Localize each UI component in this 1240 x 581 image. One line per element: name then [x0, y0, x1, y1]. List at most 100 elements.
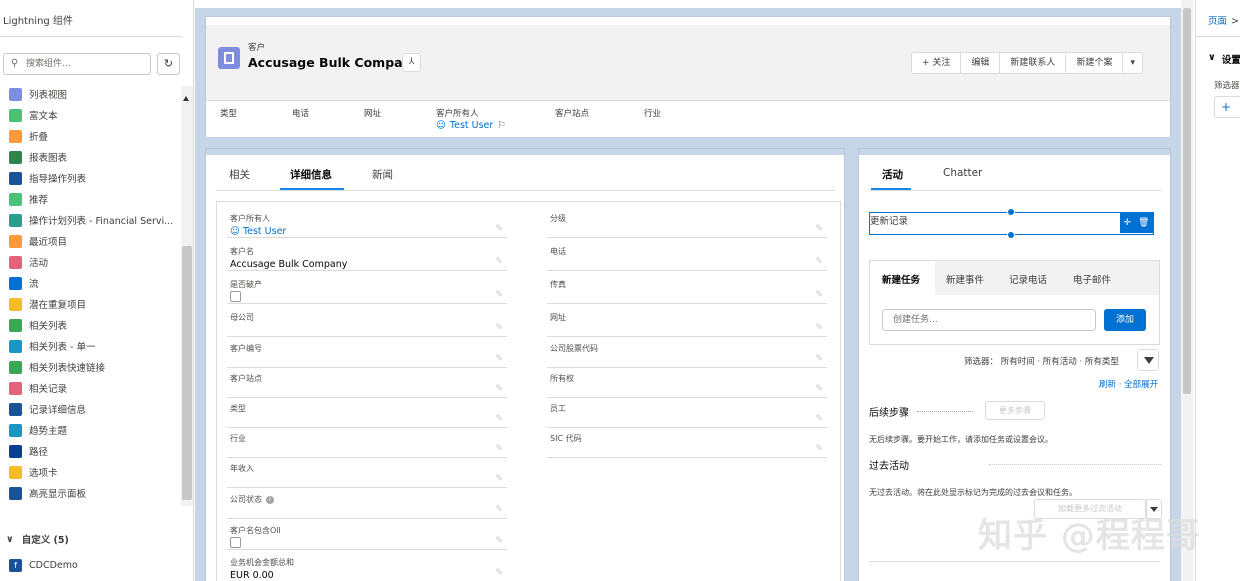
component-search[interactable]: ⚲	[3, 53, 151, 75]
composer-tab-log-call[interactable]: 记录电话	[1009, 272, 1047, 286]
edit-pencil-icon[interactable]: ✎	[815, 290, 823, 300]
edit-pencil-icon[interactable]: ✎	[815, 354, 823, 364]
edit-pencil-icon[interactable]: ✎	[495, 444, 503, 454]
edit-pencil-icon[interactable]: ✎	[495, 323, 503, 333]
field-value-text: Accusage Bulk Company	[230, 259, 348, 270]
divider	[869, 190, 1161, 191]
search-input[interactable]	[26, 57, 146, 71]
composer-tab-new-event[interactable]: 新建事件	[946, 272, 984, 286]
record-detail[interactable]: 客户所有人 ☺ Test User ✎ 客户名 Accusage Bulk Compan…	[216, 201, 841, 581]
settings-section-toggle[interactable]: ∨ 设置	[1208, 52, 1240, 66]
highlights-panel[interactable]: 客户 Accusage Bulk Company ⅄ + 关注 编辑 新建联系人…	[205, 16, 1171, 137]
component-item[interactable]: 活动	[9, 252, 48, 272]
custom-section-toggle[interactable]: ∨ 自定义 (5)	[6, 532, 69, 547]
breadcrumb[interactable]: 页面 >	[1208, 13, 1239, 27]
refresh-link[interactable]: 刷新	[1099, 380, 1116, 390]
new-case-button[interactable]: 新建个案	[1066, 53, 1124, 73]
add-task-button[interactable]: 添加	[1104, 309, 1146, 331]
canvas-scrollbar[interactable]	[1181, 0, 1193, 581]
component-item[interactable]: 列表视图	[9, 85, 67, 104]
more-steps-button[interactable]: 更多步骤	[985, 401, 1045, 420]
hierarchy-button[interactable]: ⅄	[402, 53, 421, 72]
owner-link[interactable]: ☺ Test User ⚐	[436, 120, 506, 131]
edit-button[interactable]: 编辑	[961, 53, 1001, 73]
breadcrumb-page[interactable]: 页面	[1208, 16, 1227, 27]
component-item[interactable]: 相关记录	[9, 378, 67, 398]
refresh-button[interactable]: ↻	[157, 53, 180, 75]
expand-all-link[interactable]: 全部展开	[1124, 380, 1158, 390]
edit-pencil-icon[interactable]: ✎	[815, 224, 823, 234]
component-item[interactable]: 相关列表快速链接	[9, 357, 105, 377]
edit-pencil-icon[interactable]: ✎	[495, 536, 503, 546]
component-item[interactable]: 富文本	[9, 105, 58, 125]
component-item[interactable]: 报表图表	[9, 147, 67, 167]
resize-handle-bottom[interactable]	[1007, 231, 1015, 239]
info-icon[interactable]: i	[266, 495, 274, 504]
add-filter-button[interactable]: +	[1214, 96, 1240, 118]
scroll-up-arrow-icon[interactable]	[183, 96, 189, 101]
component-item[interactable]: 相关列表	[9, 315, 67, 335]
component-icon	[9, 150, 22, 164]
component-item[interactable]: 路径	[9, 441, 48, 461]
field-label: 客户站点	[230, 373, 262, 384]
edit-pencil-icon[interactable]: ✎	[815, 257, 823, 267]
component-item[interactable]: 折叠	[9, 126, 48, 146]
component-item[interactable]: 操作计划列表 - Financial Servi...	[9, 210, 173, 230]
composer-tab-new-task[interactable]: 新建任务	[882, 272, 920, 286]
field-label-text: 业务机会金额总和	[230, 558, 294, 567]
component-item[interactable]: 选项卡	[9, 462, 58, 482]
edit-pencil-icon[interactable]: ✎	[815, 384, 823, 394]
follow-button[interactable]: + 关注	[912, 53, 962, 73]
edit-pencil-icon[interactable]: ✎	[815, 444, 823, 454]
field-label: 客户名	[230, 246, 254, 257]
edit-pencil-icon[interactable]: ✎	[495, 224, 503, 234]
tab-news[interactable]: 新闻	[372, 167, 393, 182]
component-toolbar: ✛ 🗑	[1120, 213, 1153, 233]
edit-pencil-icon[interactable]: ✎	[815, 414, 823, 424]
component-item[interactable]: 记录详细信息	[9, 399, 86, 419]
edit-pencil-icon[interactable]: ✎	[495, 354, 503, 364]
move-icon[interactable]: ✛	[1124, 218, 1132, 228]
component-item[interactable]: 趋势主题	[9, 420, 67, 440]
component-item-cdcdemo[interactable]: f CDCDemo	[9, 559, 78, 572]
component-item[interactable]: 最近项目	[9, 231, 67, 251]
detail-field: 行业 ✎	[227, 428, 507, 458]
edit-pencil-icon[interactable]: ✎	[495, 384, 503, 394]
next-steps-title[interactable]: 后续步骤	[869, 404, 973, 419]
edit-pencil-icon[interactable]: ✎	[815, 323, 823, 333]
edit-pencil-icon[interactable]: ✎	[495, 290, 503, 300]
edit-pencil-icon[interactable]: ✎	[495, 505, 503, 515]
record-tabs-panel[interactable]: 相关 详细信息 新闻 客户所有人 ☺ Test User ✎ 客户名 Accusage …	[205, 148, 845, 581]
edit-pencil-icon[interactable]: ✎	[495, 474, 503, 484]
palette-scroll-thumb[interactable]	[182, 246, 192, 500]
field-label-text: 员工	[550, 404, 566, 413]
change-owner-icon[interactable]: ⚐	[497, 120, 506, 131]
component-item[interactable]: 流	[9, 273, 39, 293]
create-task-input[interactable]: 创建任务...	[882, 309, 1096, 331]
component-label: 相关列表 - 单一	[29, 342, 96, 353]
component-item[interactable]: 指导操作列表	[9, 168, 86, 188]
tab-activity[interactable]: 活动	[882, 167, 903, 182]
field-value[interactable]: ☺ Test User	[230, 226, 286, 237]
new-contact-button[interactable]: 新建联系人	[1000, 53, 1067, 73]
component-item[interactable]: 相关列表 - 单一	[9, 336, 95, 356]
tab-related[interactable]: 相关	[229, 167, 250, 182]
resize-handle-top[interactable]	[1007, 208, 1015, 216]
delete-icon[interactable]: 🗑	[1138, 218, 1149, 228]
component-item[interactable]: 推荐	[9, 189, 48, 209]
more-actions-button[interactable]: ▾	[1123, 53, 1142, 73]
past-activity-title[interactable]: 过去活动	[869, 457, 909, 472]
settings-section-label: 设置	[1221, 55, 1240, 66]
field-label: SIC 代码	[550, 433, 582, 444]
composer-tab-email[interactable]: 电子邮件	[1073, 272, 1111, 286]
edit-pencil-icon[interactable]: ✎	[495, 568, 503, 578]
tab-details[interactable]: 详细信息	[290, 167, 332, 182]
tab-chatter[interactable]: Chatter	[943, 167, 982, 179]
edit-pencil-icon[interactable]: ✎	[495, 257, 503, 267]
filter-button[interactable]	[1137, 349, 1159, 371]
field-label: 行业	[230, 433, 246, 444]
canvas-scroll-thumb[interactable]	[1183, 8, 1191, 394]
edit-pencil-icon[interactable]: ✎	[495, 414, 503, 424]
component-item[interactable]: 潜在重复项目	[9, 294, 86, 314]
component-item[interactable]: 高亮显示面板	[9, 483, 86, 503]
